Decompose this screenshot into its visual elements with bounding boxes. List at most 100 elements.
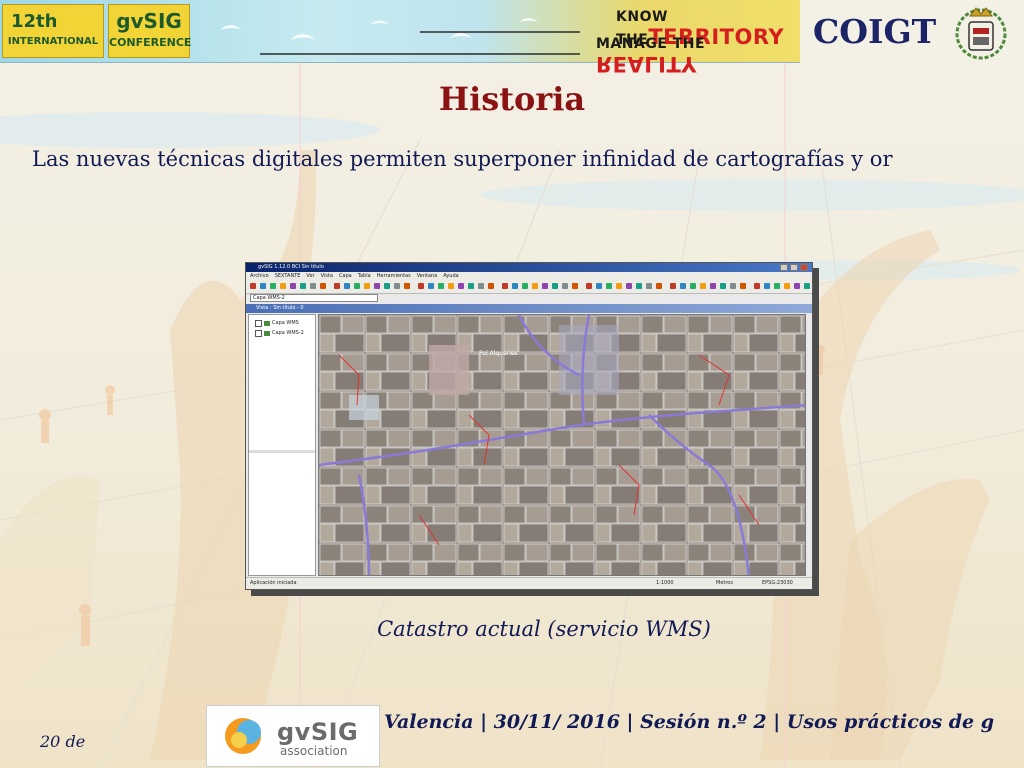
- slide-title: Historia: [438, 80, 586, 118]
- gvsig-menubar: Archivo SEXTANTE Ver Vista Capa Tabla Herramie…: [246, 272, 812, 280]
- badge-12th-line2: INTERNATIONAL: [7, 36, 99, 47]
- toolbar-icon: [700, 283, 706, 289]
- toolbar-icon: [720, 283, 726, 289]
- toolbar-icon: [418, 283, 424, 289]
- coigt-logo-text: COIGT: [813, 12, 937, 51]
- toc-divider: [249, 450, 315, 453]
- toolbar-icon: [260, 283, 266, 289]
- toolbar-icon: [606, 283, 612, 289]
- badge-gvsig-conference: gvSIG CONFERENCE: [108, 4, 192, 58]
- maximize-icon: [790, 264, 798, 271]
- gvsig-logo-icon: [225, 718, 261, 754]
- toolbar-icon: [250, 283, 256, 289]
- toolbar-icon: [334, 283, 340, 289]
- toolbar-icon: [690, 283, 696, 289]
- layer-checkbox: [255, 329, 262, 337]
- conference-banner: 12th INTERNATIONAL gvSIG CONFERENCE KNOW…: [0, 0, 800, 76]
- toolbar-icon: [616, 283, 622, 289]
- toolbar-icon: [740, 283, 746, 289]
- toc-layer-2-label: Capa WMS-2: [272, 330, 304, 336]
- menu-item: Archivo: [250, 273, 269, 279]
- toc-layer-1-label: Capa WMS: [272, 320, 299, 326]
- toolbar-icon: [448, 283, 454, 289]
- gvsig-window-title: gvSIG 1.12.0 BCI Sin título: [246, 263, 812, 272]
- menu-item: Ver: [306, 273, 315, 279]
- minimize-icon: [780, 264, 788, 271]
- toolbar-icon: [710, 283, 716, 289]
- toolbar-icon: [458, 283, 464, 289]
- gvsig-toolbar: [246, 280, 812, 294]
- toolbar-icon: [468, 283, 474, 289]
- toolbar-icon: [404, 283, 410, 289]
- toolbar-icon: [754, 283, 760, 289]
- gvsig-status-bar: Aplicación iniciada 1:1000 Metros EPSG:2…: [246, 577, 812, 589]
- status-units: Metros: [716, 580, 733, 586]
- badge-12th-international: 12th INTERNATIONAL: [2, 4, 104, 58]
- toolbar-icon: [354, 283, 360, 289]
- toolbar-icon: [596, 283, 602, 289]
- toolbar-icon: [502, 283, 508, 289]
- menu-item: Ventana: [416, 273, 438, 279]
- toolbar-icon: [552, 283, 558, 289]
- toolbar-icon: [310, 283, 316, 289]
- toolbar-icon: [636, 283, 642, 289]
- tagline-manage: MANAGE THEREALITY: [596, 33, 800, 76]
- menu-item: Herramientas: [376, 273, 411, 279]
- coat-of-arms-icon: [955, 7, 1007, 60]
- layer-checkbox: [255, 319, 262, 327]
- toolbar-icon: [270, 283, 276, 289]
- toolbar-icon: [680, 283, 686, 289]
- status-scale: 1:1000: [656, 580, 674, 586]
- birds-decoration: [220, 18, 580, 55]
- toolbar-icon: [670, 283, 676, 289]
- badge-12th-line1: 12th: [11, 11, 58, 32]
- window-controls: [780, 264, 808, 271]
- menu-item: SEXTANTE: [274, 273, 301, 279]
- toolbar-icon: [586, 283, 592, 289]
- status-message: Aplicación iniciada: [250, 580, 297, 586]
- menu-item: Vista: [320, 273, 333, 279]
- map-place-label: Pol Alqueries: [479, 350, 518, 357]
- toolbar-icon: [562, 283, 568, 289]
- toolbar-icon: [438, 283, 444, 289]
- toolbar-icon: [290, 283, 296, 289]
- toolbar-icon: [764, 283, 770, 289]
- map-view: Pol Alqueries: [318, 314, 806, 576]
- toolbar-icon: [478, 283, 484, 289]
- badge-gvsig-line1: gvSIG: [116, 9, 182, 33]
- toolbar-icon: [646, 283, 652, 289]
- toolbar-icon: [512, 283, 518, 289]
- toolbar-icon: [522, 283, 528, 289]
- layer-icon: [264, 320, 270, 326]
- slide-body-text: Las nuevas técnicas digitales permiten s…: [32, 147, 893, 171]
- toolbar-icon: [344, 283, 350, 289]
- cadastral-map-image: Pol Alqueries: [319, 315, 805, 575]
- toolbar-icon: [804, 283, 810, 289]
- toolbar-icon: [384, 283, 390, 289]
- toolbar-icon: [542, 283, 548, 289]
- menu-item: Capa: [338, 273, 352, 279]
- toolbar-icon: [428, 283, 434, 289]
- toolbar-icon: [320, 283, 326, 289]
- badge-gvsig-line2: CONFERENCE: [109, 36, 192, 49]
- layer-icon: [264, 330, 270, 336]
- toolbar-icon: [364, 283, 370, 289]
- toc-layer-2: Capa WMS-2: [255, 329, 304, 337]
- tagline-manage-big: REALITY: [596, 52, 697, 76]
- close-icon: [800, 264, 808, 271]
- menu-item: Ayuda: [443, 273, 459, 279]
- gvsig-logo-sub: association: [280, 744, 348, 758]
- status-crs: EPSG:23030: [762, 580, 793, 586]
- toolbar-icon: [280, 283, 286, 289]
- toolbar-icon: [774, 283, 780, 289]
- toolbar-icon: [656, 283, 662, 289]
- toolbar-icon: [730, 283, 736, 289]
- table-of-contents: Capa WMS Capa WMS-2: [248, 314, 316, 576]
- footer-session-info: Valencia | 30/11/ 2016 | Sesión n.º 2 | …: [384, 711, 995, 733]
- menu-item: Tabla: [357, 273, 371, 279]
- layer-combo: Capa WMS-2: [250, 294, 378, 302]
- toolbar-icon: [626, 283, 632, 289]
- page-number: 20 de: [40, 732, 86, 751]
- toolbar-icon: [532, 283, 538, 289]
- toolbar-icon: [374, 283, 380, 289]
